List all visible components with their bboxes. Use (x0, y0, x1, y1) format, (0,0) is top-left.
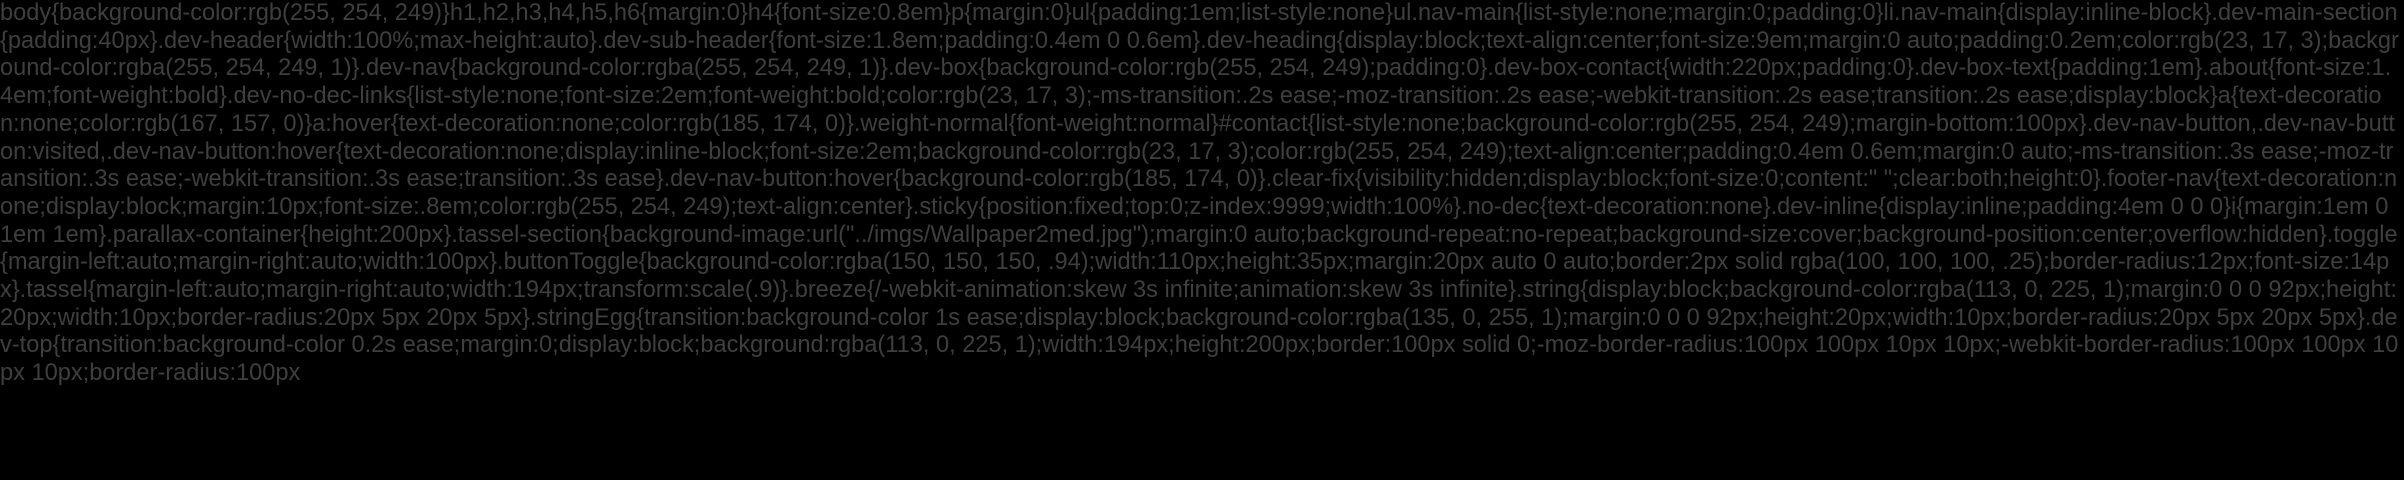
raw-css-text: body{background-color:rgb(255, 254, 249)… (0, 0, 2399, 387)
browser-viewport: body{background-color:rgb(255, 254, 249)… (0, 0, 2404, 480)
